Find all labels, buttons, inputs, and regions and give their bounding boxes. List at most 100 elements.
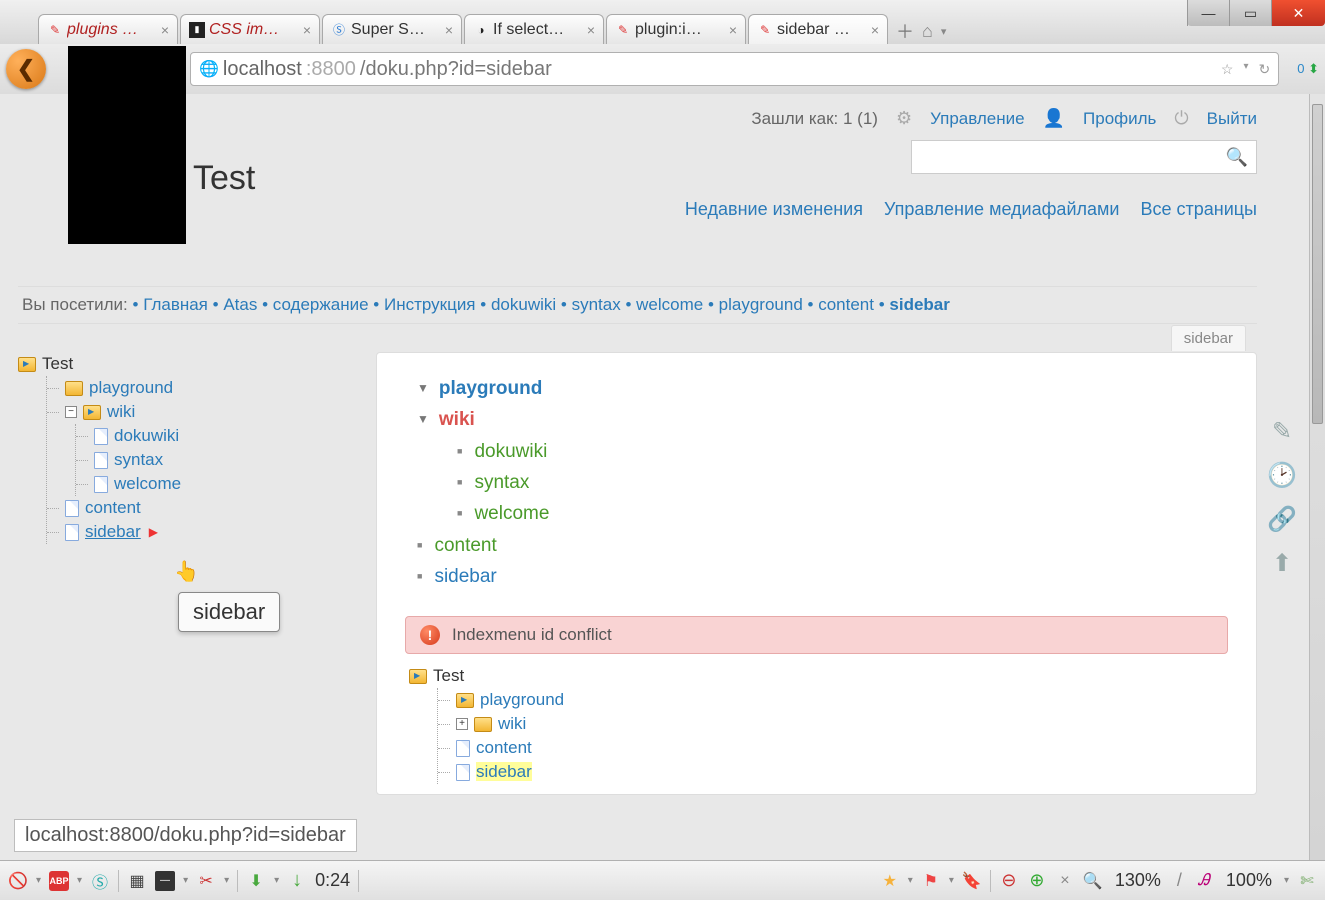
tree-link[interactable]: welcome <box>114 474 181 494</box>
tab-close-icon[interactable]: × <box>729 22 737 38</box>
tab-close-icon[interactable]: × <box>161 22 169 38</box>
browser-tab[interactable]: ▮ CSS im… × <box>180 14 320 44</box>
browser-tab[interactable]: Ⓢ Super S… × <box>322 14 462 44</box>
sitemap-link[interactable]: Все страницы <box>1140 199 1257 219</box>
idx-content[interactable]: content <box>434 535 496 556</box>
search-input[interactable]: 🔍 <box>911 140 1257 174</box>
download-icon[interactable]: ⬇ <box>246 871 266 891</box>
tree-link-current[interactable]: sidebar <box>476 762 532 782</box>
media-manager-link[interactable]: Управление медиафайлами <box>884 199 1119 219</box>
magnifier-icon[interactable]: 🔍 <box>1083 871 1103 891</box>
breadcrumb-link[interactable]: syntax <box>572 295 621 314</box>
scrollbar-thumb[interactable] <box>1312 104 1323 424</box>
abp-icon[interactable]: ABP <box>49 871 69 891</box>
tree-link[interactable]: content <box>476 738 532 758</box>
tab-close-icon[interactable]: × <box>445 22 453 38</box>
breadcrumb-link[interactable]: Atas <box>223 295 257 314</box>
breadcrumb-link[interactable]: dokuwiki <box>491 295 556 314</box>
admin-link[interactable]: Управление <box>930 109 1025 129</box>
breadcrumb-current[interactable]: sidebar <box>889 295 949 314</box>
breadcrumb-link[interactable]: welcome <box>636 295 703 314</box>
bookmark-icon[interactable]: ☆ <box>1221 61 1234 78</box>
breadcrumb-link[interactable]: Инструкция <box>384 295 476 314</box>
tree-link[interactable]: syntax <box>114 450 163 470</box>
flag-icon[interactable]: ⚑ <box>921 871 941 891</box>
star-icon[interactable]: ★ <box>880 871 900 891</box>
url-input[interactable]: 🌐 localhost:8800/doku.php?id=sidebar ☆ ▾… <box>190 52 1279 86</box>
expand-icon[interactable]: ▼ <box>417 379 429 399</box>
window-close-button[interactable]: ✕ <box>1271 0 1325 26</box>
dropdown-icon[interactable]: ▾ <box>1243 61 1248 78</box>
tree-link[interactable]: dokuwiki <box>114 426 179 446</box>
idx-sidebar[interactable]: sidebar <box>434 566 496 587</box>
tree-link[interactable]: content <box>85 498 141 518</box>
sync-indicator[interactable]: 0 ⬍ <box>1297 61 1319 77</box>
extension-icon[interactable]: — <box>155 871 175 891</box>
dropdown-icon[interactable]: ▾ <box>77 875 82 886</box>
idx-link[interactable]: dokuwiki <box>474 441 547 462</box>
zoom-in-icon[interactable]: ⊕ <box>1027 871 1047 891</box>
dropdown-icon[interactable]: ▾ <box>183 875 188 886</box>
browser-tab[interactable]: ◑ If select… × <box>464 14 604 44</box>
logout-link[interactable]: Выйти <box>1207 109 1257 129</box>
dropdown-icon[interactable]: ▾ <box>274 875 279 886</box>
edit-icon[interactable]: ✎ <box>1265 414 1299 448</box>
breadcrumb-link[interactable]: Главная <box>143 295 208 314</box>
tree-item[interactable]: welcome <box>76 472 358 496</box>
dropdown-icon[interactable]: ▾ <box>224 875 229 886</box>
idx-playground[interactable]: playground <box>439 378 542 399</box>
tree-item-content[interactable]: content <box>438 736 1228 760</box>
close-icon[interactable]: × <box>1055 871 1075 891</box>
browser-tab[interactable]: ✎ plugins … × <box>38 14 178 44</box>
tree-link[interactable]: playground <box>480 690 564 710</box>
back-button[interactable]: ❮ <box>6 49 46 89</box>
breadcrumb-link[interactable]: content <box>818 295 874 314</box>
tree-link[interactable]: playground <box>89 378 173 398</box>
breadcrumb-link[interactable]: содержание <box>273 295 369 314</box>
tabs-dropdown-button[interactable]: ▾ <box>941 25 947 38</box>
tree-item-sidebar[interactable]: sidebar ▶ <box>47 520 358 544</box>
tag-icon[interactable]: 🔖 <box>962 871 982 891</box>
breadcrumb-link[interactable]: playground <box>719 295 803 314</box>
tab-close-icon[interactable]: × <box>871 22 879 38</box>
browser-tab[interactable]: ✎ plugin:i… × <box>606 14 746 44</box>
idx-wiki[interactable]: wiki <box>439 409 475 430</box>
tree-item-sidebar[interactable]: sidebar <box>438 760 1228 784</box>
download-arrow-icon[interactable]: ↓ <box>287 871 307 891</box>
reload-icon[interactable]: ↻ <box>1259 61 1271 78</box>
top-icon[interactable]: ⬆ <box>1265 546 1299 580</box>
tree-item-playground[interactable]: playground <box>438 688 1228 712</box>
dropdown-icon[interactable]: ▾ <box>36 875 41 886</box>
window-minimize-button[interactable]: — <box>1187 0 1229 26</box>
extension-icon[interactable]: ✂ <box>196 871 216 891</box>
tree-item-content[interactable]: content <box>47 496 358 520</box>
tree-link[interactable]: wiki <box>107 402 135 422</box>
tree-link[interactable]: wiki <box>498 714 526 734</box>
spell-icon[interactable]: Ꭿ <box>1194 871 1214 891</box>
expand-toggle[interactable]: + <box>456 718 468 730</box>
tree-item-playground[interactable]: playground <box>47 376 358 400</box>
collapse-toggle[interactable]: − <box>65 406 77 418</box>
new-tab-button[interactable]: ＋ <box>896 18 914 44</box>
search-icon[interactable]: 🔍 <box>1226 147 1248 168</box>
tree-root[interactable]: Test <box>18 352 358 376</box>
zoom-out-icon[interactable]: ⊖ <box>999 871 1019 891</box>
revisions-icon[interactable]: 🕑 <box>1265 458 1299 492</box>
extension-icon[interactable]: ▦ <box>127 871 147 891</box>
scissors-icon[interactable]: ✄ <box>1297 871 1317 891</box>
browser-tab-active[interactable]: ✎ sidebar … × <box>748 14 888 44</box>
tree-item-wiki[interactable]: − wiki <box>47 400 358 424</box>
tab-close-icon[interactable]: × <box>303 22 311 38</box>
home-button[interactable]: ⌂ <box>922 21 933 42</box>
idx-link[interactable]: welcome <box>474 503 549 524</box>
profile-link[interactable]: Профиль <box>1083 109 1156 129</box>
backlinks-icon[interactable]: 🔗 <box>1265 502 1299 536</box>
expand-icon[interactable]: ▼ <box>417 410 429 430</box>
idx-link[interactable]: syntax <box>474 472 529 493</box>
recent-changes-link[interactable]: Недавние изменения <box>685 199 863 219</box>
tree-item[interactable]: syntax <box>76 448 358 472</box>
vertical-scrollbar[interactable] <box>1309 94 1325 860</box>
dropdown-icon[interactable]: ▾ <box>1284 875 1289 886</box>
tree-item[interactable]: dokuwiki <box>76 424 358 448</box>
tree-item-wiki[interactable]: + wiki <box>438 712 1228 736</box>
